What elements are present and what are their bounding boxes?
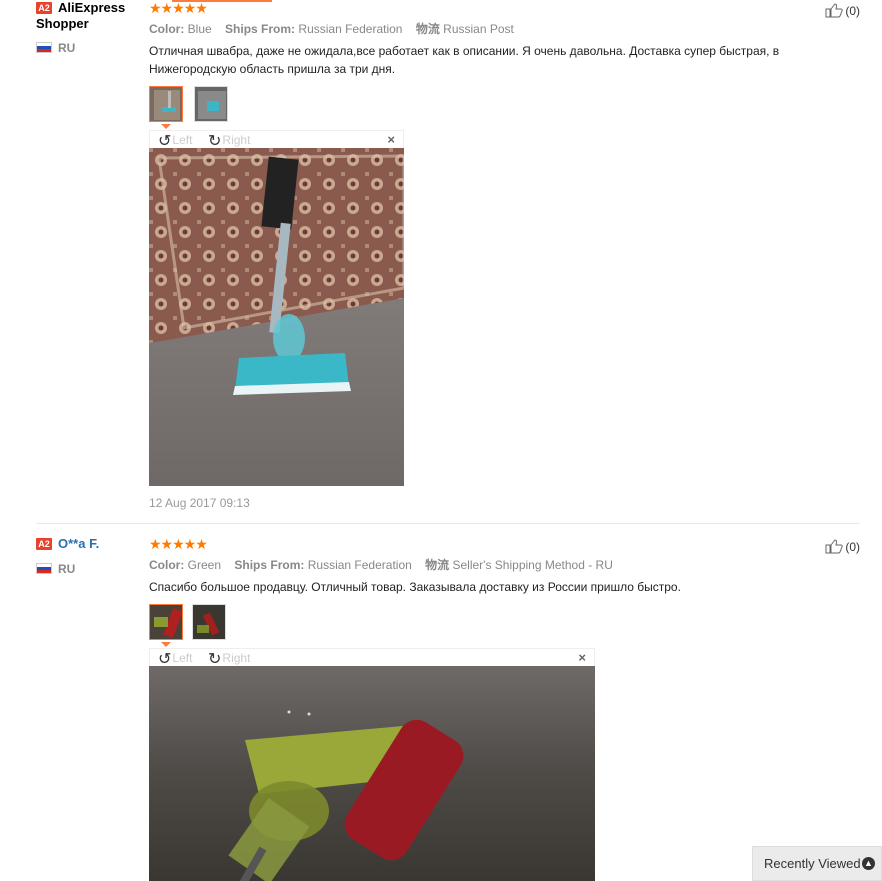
review-item: A2 AliExpress Shopper RU ★★★★★ Color: Blu… bbox=[36, 0, 860, 523]
review-body: ★★★★★ Color: Green Ships From: Russian F… bbox=[149, 536, 829, 881]
reviewer-info: A2 O**a F. RU bbox=[36, 536, 136, 578]
photo-thumbnails bbox=[149, 86, 829, 129]
recently-viewed-button[interactable]: Recently Viewed ▲ bbox=[752, 846, 882, 881]
chevron-up-icon: ▲ bbox=[862, 857, 875, 870]
review-body: ★★★★★ Color: Blue Ships From: Russian Fe… bbox=[149, 0, 829, 510]
like-button[interactable]: (0) bbox=[825, 539, 860, 554]
review-text: Отличная швабра, даже не ожидала,все раб… bbox=[149, 44, 780, 76]
photo-thumbnail[interactable] bbox=[149, 86, 183, 122]
thumbnail-pointer bbox=[161, 124, 171, 129]
thumbnail-pointer bbox=[161, 642, 171, 647]
close-icon[interactable]: × bbox=[578, 650, 586, 665]
photo-viewer: ↺Left ↻Right × bbox=[149, 648, 595, 881]
recently-viewed-label: Recently Viewed bbox=[764, 856, 861, 871]
reviewer-country: RU bbox=[58, 41, 76, 55]
ships-from-value: Russian Federation bbox=[298, 22, 403, 36]
review-meta: Color: Green Ships From: Russian Federat… bbox=[149, 557, 829, 573]
flag-ru-icon bbox=[36, 563, 52, 574]
review-text: Спасибо большое продавцу. Отличный товар… bbox=[149, 580, 681, 594]
ships-from-value: Russian Federation bbox=[307, 558, 412, 572]
review-photo bbox=[149, 666, 595, 881]
rating-stars: ★★★★★ bbox=[149, 536, 208, 552]
review-date: 12 Aug 2017 09:13 bbox=[149, 496, 250, 510]
color-value: Blue bbox=[187, 22, 212, 36]
like-button[interactable]: (0) bbox=[825, 3, 860, 18]
logistics-value: Seller's Shipping Method - RU bbox=[452, 558, 613, 572]
color-value: Green bbox=[187, 558, 222, 572]
photo-thumbnail[interactable] bbox=[192, 604, 226, 640]
flag-ru-icon bbox=[36, 42, 52, 53]
logistics-label: 物流 bbox=[425, 558, 450, 572]
logistics-label: 物流 bbox=[415, 22, 440, 36]
color-label: Color: bbox=[149, 558, 185, 572]
review-divider bbox=[36, 523, 860, 524]
reviewer-country: RU bbox=[58, 562, 76, 576]
logistics-value: Russian Post bbox=[443, 22, 514, 36]
photo-viewer: ↺Left ↻Right × bbox=[149, 130, 404, 486]
review-photo bbox=[149, 148, 404, 486]
reviewer-info: A2 AliExpress Shopper RU bbox=[36, 0, 136, 57]
like-count: (0) bbox=[845, 540, 860, 554]
ships-from-label: Ships From: bbox=[225, 22, 296, 36]
color-label: Color: bbox=[149, 22, 185, 36]
thumbs-up-icon bbox=[825, 539, 844, 554]
viewer-toolbar: ↺Left ↻Right × bbox=[149, 648, 595, 668]
level-badge: A2 bbox=[36, 2, 52, 14]
ships-from-label: Ships From: bbox=[234, 558, 305, 572]
thumbs-up-icon bbox=[825, 3, 844, 18]
review-item: A2 O**a F. RU ★★★★★ Color: Green Ships Fr… bbox=[36, 536, 860, 881]
review-meta: Color: Blue Ships From: Russian Federati… bbox=[149, 21, 829, 37]
photo-thumbnail[interactable] bbox=[149, 604, 183, 640]
reviewer-name[interactable]: O**a F. bbox=[58, 536, 99, 551]
level-badge: A2 bbox=[36, 538, 52, 550]
close-icon[interactable]: × bbox=[387, 132, 395, 147]
photo-thumbnail[interactable] bbox=[194, 86, 228, 122]
photo-thumbnails bbox=[149, 604, 829, 647]
rating-stars: ★★★★★ bbox=[149, 0, 208, 16]
like-count: (0) bbox=[845, 4, 860, 18]
viewer-toolbar: ↺Left ↻Right × bbox=[149, 130, 404, 150]
